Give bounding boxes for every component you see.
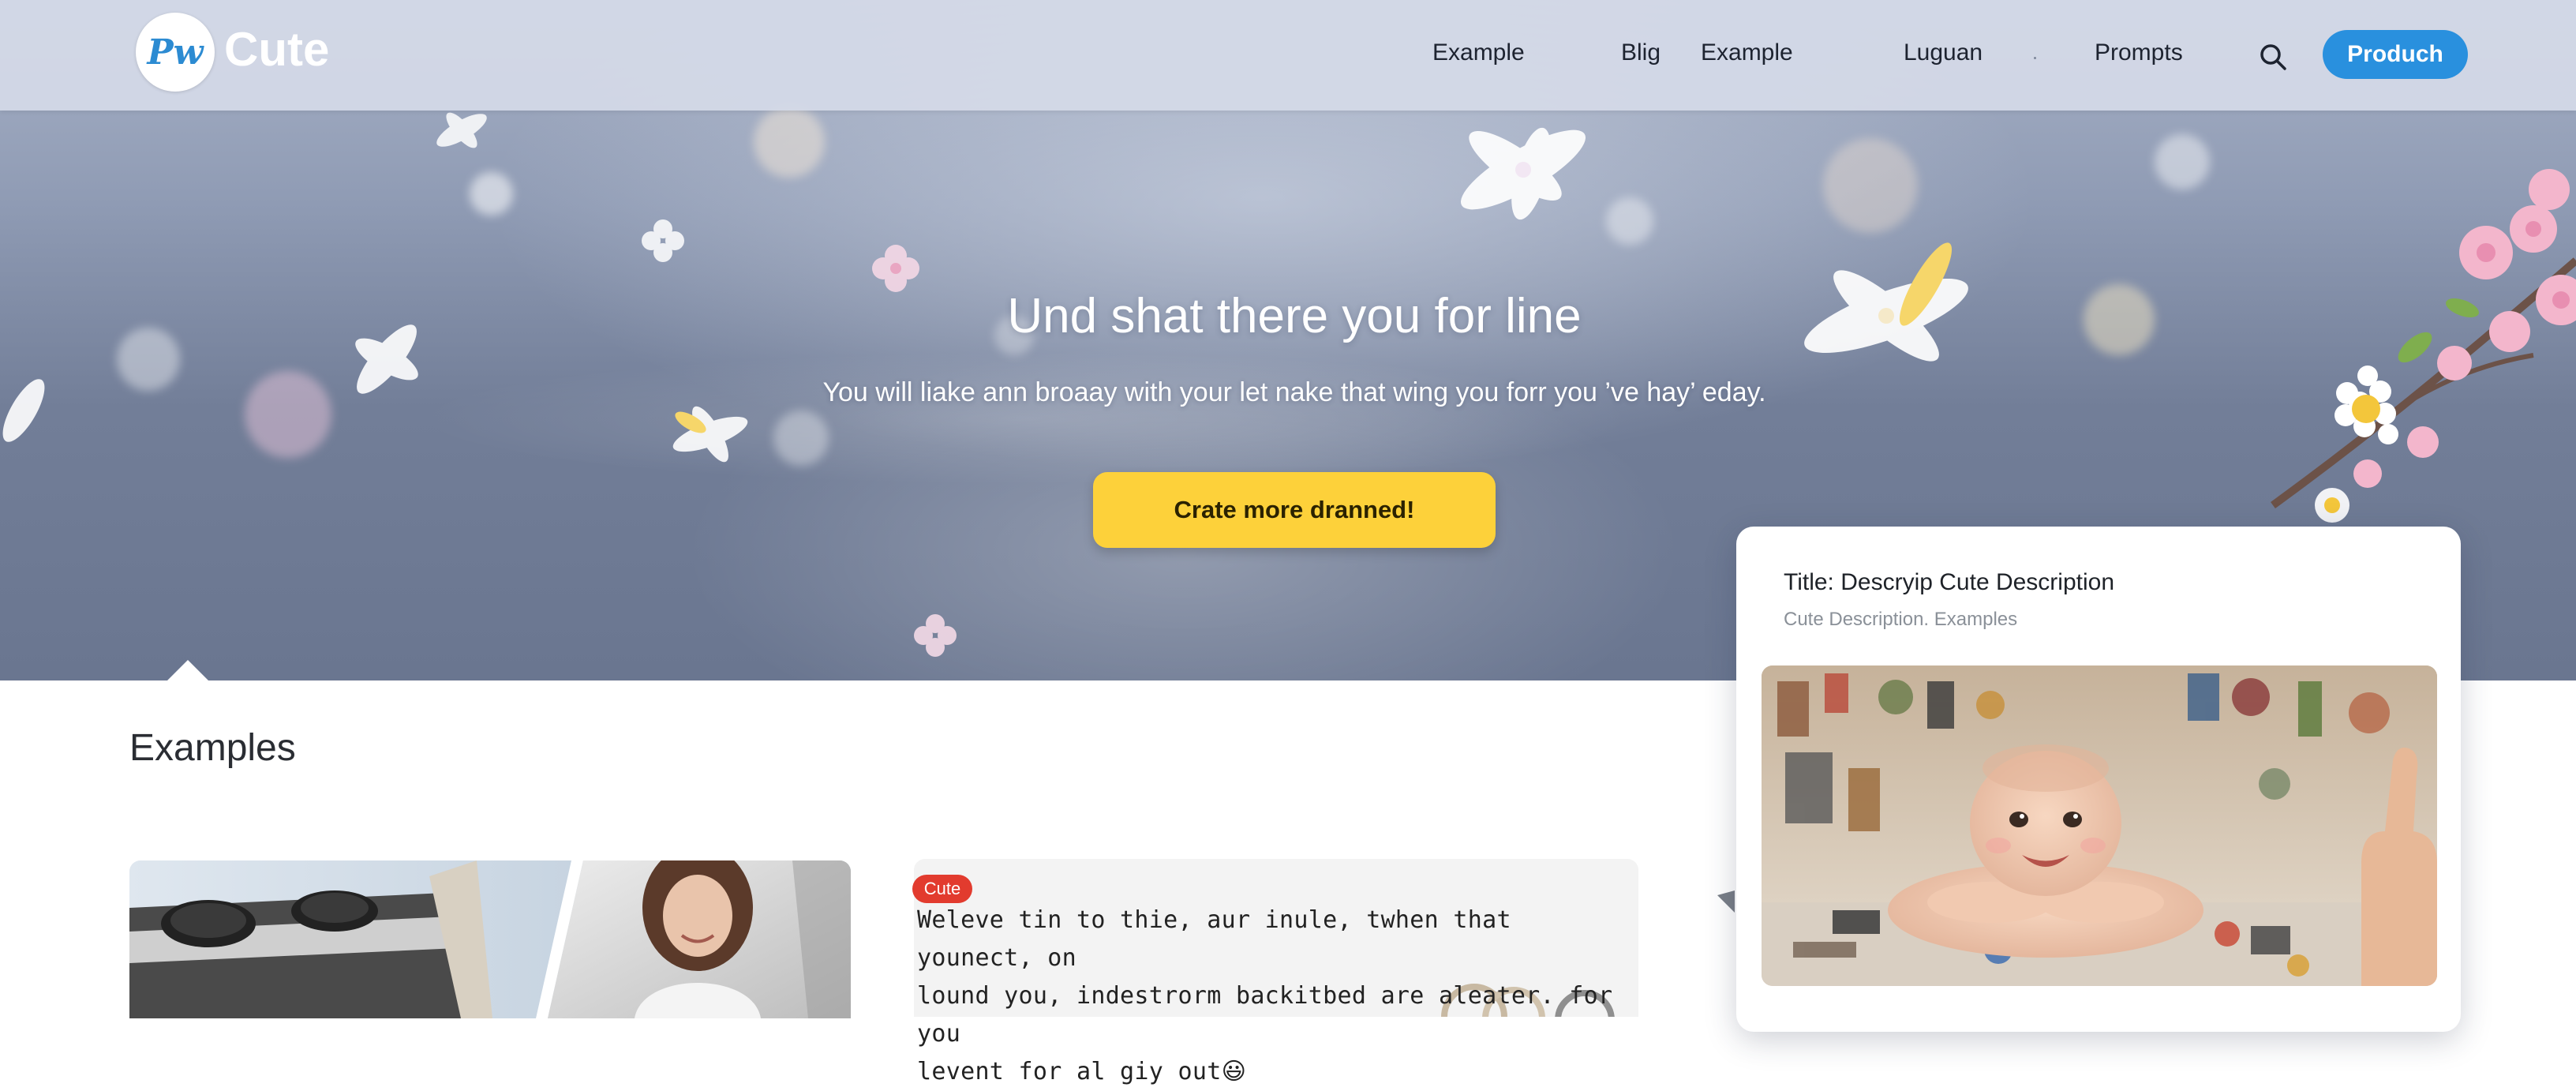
hero-cta-button[interactable]: Crate more dranned! [1093,472,1496,548]
example-card-1[interactable] [129,860,851,1018]
bokeh-light [1823,138,1918,233]
card2-text-line: Weleve tin to thie, aur inule, twhen tha… [917,906,1511,972]
bokeh-light [470,172,513,216]
logo-mark-icon: Pw [146,32,205,73]
petal-flower [1460,127,1586,220]
card2-text-line: lound you, indestrorm backitbed are alea… [917,982,1613,1048]
produch-button[interactable]: Produch [2323,30,2468,79]
example-card-1-image [129,860,851,1018]
petal-flower [914,614,957,657]
nav-link-prompts[interactable]: Prompts [2095,39,2183,66]
petal-flower [2,379,45,442]
search-icon[interactable] [2257,41,2289,73]
detail-card-subtitle: Cute Description. Examples [1784,609,2018,630]
baby-photo [1762,665,2437,986]
nav-link-example[interactable]: Example [1432,39,1525,66]
example-card-2-text: Weleve tin to thie, aur inule, twhen tha… [917,902,1627,1091]
bokeh-light [773,411,829,466]
petal-flower [436,112,487,148]
nav-link-luguan[interactable]: Luguan [1904,39,1983,66]
card2-text-line: levent for al giy out😃 [917,1058,1247,1085]
brand-name[interactable]: Cute [224,22,329,77]
hero-subtitle: You will liake ann broaay with your let … [822,377,1766,407]
nav-link-example-2[interactable]: Example [1701,39,1793,66]
section-notch [166,660,210,682]
bokeh-light [754,107,825,178]
detail-card-title: Title: Descryip Cute Description [1784,569,2115,595]
cute-tag-badge: Cute [912,875,972,903]
logo-badge[interactable]: Pw [136,13,215,92]
svg-text:Pw: Pw [146,32,205,73]
smile-emoji-icon: 😃 [1221,1058,1247,1085]
card-pointer-arrow [1717,883,1735,913]
top-nav: Pw Cute Example Blig Example Luguan Prom… [0,0,2576,111]
nav-separator-dot [2034,57,2036,59]
examples-heading: Examples [129,727,296,769]
hero-title: Und shat there you for line [1007,289,1582,343]
bokeh-light [2155,134,2210,189]
petal-flower [642,219,684,262]
nav-link-blig[interactable]: Blig [1621,39,1661,66]
detail-card-image[interactable] [1762,665,2437,986]
detail-card[interactable]: Title: Descryip Cute Description Cute De… [1736,527,2461,1032]
